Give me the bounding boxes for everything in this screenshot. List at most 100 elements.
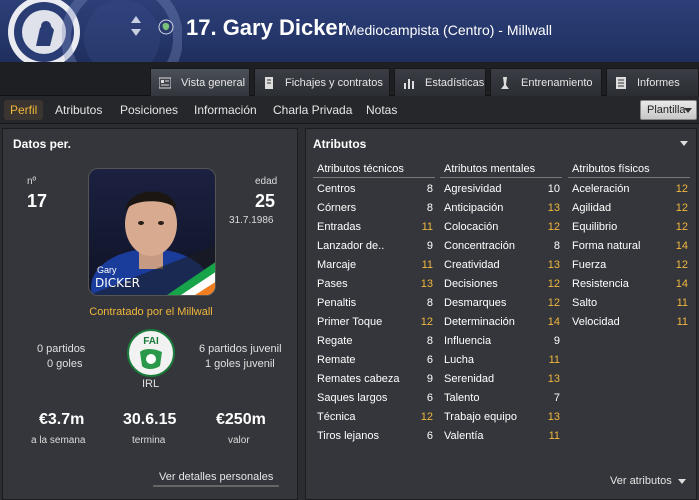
next-player-icon[interactable] — [131, 29, 141, 36]
training-icon — [501, 76, 509, 89]
contract-status: Contratado por el Millwall — [89, 306, 213, 318]
attribute-row[interactable]: Concentración 8 — [440, 238, 562, 257]
attribute-row[interactable]: Pases 13 — [313, 276, 435, 295]
tab-informes[interactable]: Informes — [606, 68, 699, 96]
attribute-name: Forma natural — [572, 240, 641, 252]
photo-first-name: Gary — [97, 265, 117, 275]
attribute-row[interactable]: Aceleración 12 — [568, 181, 690, 200]
attribute-row[interactable]: Lucha 11 — [440, 352, 562, 371]
attribute-value: 14 — [675, 278, 688, 290]
subnav-atributos[interactable]: Atributos — [55, 103, 102, 117]
attribute-name: Talento — [444, 392, 480, 404]
attribute-name: Anticipación — [444, 202, 504, 214]
attribute-row[interactable]: Determinación 14 — [440, 314, 562, 333]
tab-label: Vista general — [181, 76, 246, 89]
attribute-row[interactable]: Influencia 9 — [440, 333, 562, 352]
attribute-value: 13 — [420, 278, 433, 290]
age-label: edad — [255, 176, 278, 187]
photo-last-name: DICKER — [95, 276, 140, 290]
attribute-value: 7 — [553, 392, 560, 404]
attribute-row[interactable]: Regate 8 — [313, 333, 435, 352]
plantilla-dropdown[interactable]: Plantilla — [640, 100, 697, 120]
attribute-row[interactable]: Fuerza 12 — [568, 257, 690, 276]
attribute-name: Remate — [317, 354, 356, 366]
attribute-value: 13 — [547, 411, 560, 423]
attribute-value: 14 — [547, 316, 560, 328]
attribute-name: Fuerza — [572, 259, 607, 271]
attribute-row[interactable]: Velocidad 11 — [568, 314, 690, 333]
tab-estadisticas[interactable]: Estadísticas — [394, 68, 486, 96]
technical-attributes-list: Centros 8 Córners 8 Entradas 11 Lanzador de.. 9… — [313, 181, 435, 447]
subnav-charla-privada[interactable]: Charla Privada — [273, 103, 352, 117]
tab-entrenamiento[interactable]: Entrenamiento — [490, 68, 602, 96]
view-attributes-button[interactable]: Ver atributos — [604, 473, 692, 489]
physical-attributes-list: Aceleración 12 Agilidad 12 Equilibrio 12 Forma… — [568, 181, 690, 333]
subnav-posiciones[interactable]: Posiciones — [120, 103, 178, 117]
subnav-notas[interactable]: Notas — [366, 103, 397, 117]
attribute-row[interactable]: Agresividad 10 — [440, 181, 562, 200]
attribute-row[interactable]: Resistencia 14 — [568, 276, 690, 295]
attribute-row[interactable]: Forma natural 14 — [568, 238, 690, 257]
player-header: 17. Gary Dicker Mediocampista (Centro) -… — [0, 0, 699, 62]
attribute-row[interactable]: Remates cabeza 9 — [313, 371, 435, 390]
attribute-name: Trabajo equipo — [444, 411, 517, 423]
attribute-row[interactable]: Lanzador de.. 9 — [313, 238, 435, 257]
attribute-row[interactable]: Talento 7 — [440, 390, 562, 409]
attribute-name: Decisiones — [444, 278, 498, 290]
attribute-row[interactable]: Tiros lejanos 6 — [313, 428, 435, 447]
tab-fichajes[interactable]: Fichajes y contratos — [254, 68, 390, 96]
player-nav-arrows[interactable] — [130, 14, 142, 42]
attribute-name: Desmarques — [444, 297, 507, 309]
tab-vista-general[interactable]: Vista general — [150, 68, 250, 96]
attribute-row[interactable]: Centros 8 — [313, 181, 435, 200]
mental-attributes-column: Atributos mentales Agresividad 10 Anticipa… — [440, 161, 562, 447]
mental-attributes-list: Agresividad 10 Anticipación 13 Colocación 12 C… — [440, 181, 562, 447]
attribute-row[interactable]: Anticipación 13 — [440, 200, 562, 219]
main-tabs: Vista general Fichajes y contratos Estad… — [0, 62, 699, 96]
attribute-row[interactable]: Salto 11 — [568, 295, 690, 314]
attribute-value: 12 — [675, 202, 688, 214]
contract-end-value: 30.6.15 — [123, 411, 177, 428]
attribute-value: 11 — [676, 297, 688, 309]
subnav-informacion[interactable]: Información — [194, 103, 257, 117]
attribute-row[interactable]: Córners 8 — [313, 200, 435, 219]
attribute-row[interactable]: Decisiones 12 — [440, 276, 562, 295]
attributes-menu-chevron-icon[interactable] — [680, 141, 688, 146]
view-personal-details-button[interactable]: Ver detalles personales — [153, 469, 280, 487]
age-value: 25 — [255, 191, 276, 211]
subnav-perfil[interactable]: Perfil — [4, 100, 44, 120]
attribute-value: 13 — [547, 202, 560, 214]
attribute-row[interactable]: Técnica 12 — [313, 409, 435, 428]
attribute-name: Creatividad — [444, 259, 500, 271]
attribute-row[interactable]: Penaltis 8 — [313, 295, 435, 314]
attribute-row[interactable]: Colocación 12 — [440, 219, 562, 238]
attribute-row[interactable]: Saques largos 6 — [313, 390, 435, 409]
player-photo: Gary DICKER — [88, 168, 216, 296]
chevron-down-icon — [677, 478, 686, 484]
attribute-row[interactable]: Entradas 11 — [313, 219, 435, 238]
attribute-name: Colocación — [444, 221, 499, 233]
physical-attributes-header: Atributos físicos — [568, 161, 690, 178]
view-attributes-label: Ver atributos — [610, 475, 672, 487]
attribute-value: 14 — [675, 240, 688, 252]
attribute-name: Lucha — [444, 354, 474, 366]
technical-attributes-header: Atributos técnicos — [313, 161, 435, 178]
attribute-row[interactable]: Agilidad 12 — [568, 200, 690, 219]
attribute-row[interactable]: Remate 6 — [313, 352, 435, 371]
attribute-row[interactable]: Desmarques 12 — [440, 295, 562, 314]
previous-player-icon[interactable] — [131, 16, 141, 23]
attribute-row[interactable]: Trabajo equipo 13 — [440, 409, 562, 428]
attribute-row[interactable]: Creatividad 13 — [440, 257, 562, 276]
attribute-row[interactable]: Primer Toque 12 — [313, 314, 435, 333]
nation-code[interactable]: IRL — [142, 378, 159, 390]
attribute-name: Lanzador de.. — [317, 240, 385, 252]
player-position-club[interactable]: Mediocampista (Centro) - Millwall — [345, 22, 552, 38]
attribute-name: Serenidad — [444, 373, 495, 385]
attribute-row[interactable]: Marcaje 11 — [313, 257, 435, 276]
attribute-row[interactable]: Serenidad 13 — [440, 371, 562, 390]
attribute-value: 6 — [426, 430, 433, 442]
attribute-row[interactable]: Valentía 11 — [440, 428, 562, 447]
date-of-birth: 31.7.1986 — [229, 215, 274, 226]
attribute-row[interactable]: Equilibrio 12 — [568, 219, 690, 238]
attribute-name: Aceleración — [572, 183, 630, 195]
